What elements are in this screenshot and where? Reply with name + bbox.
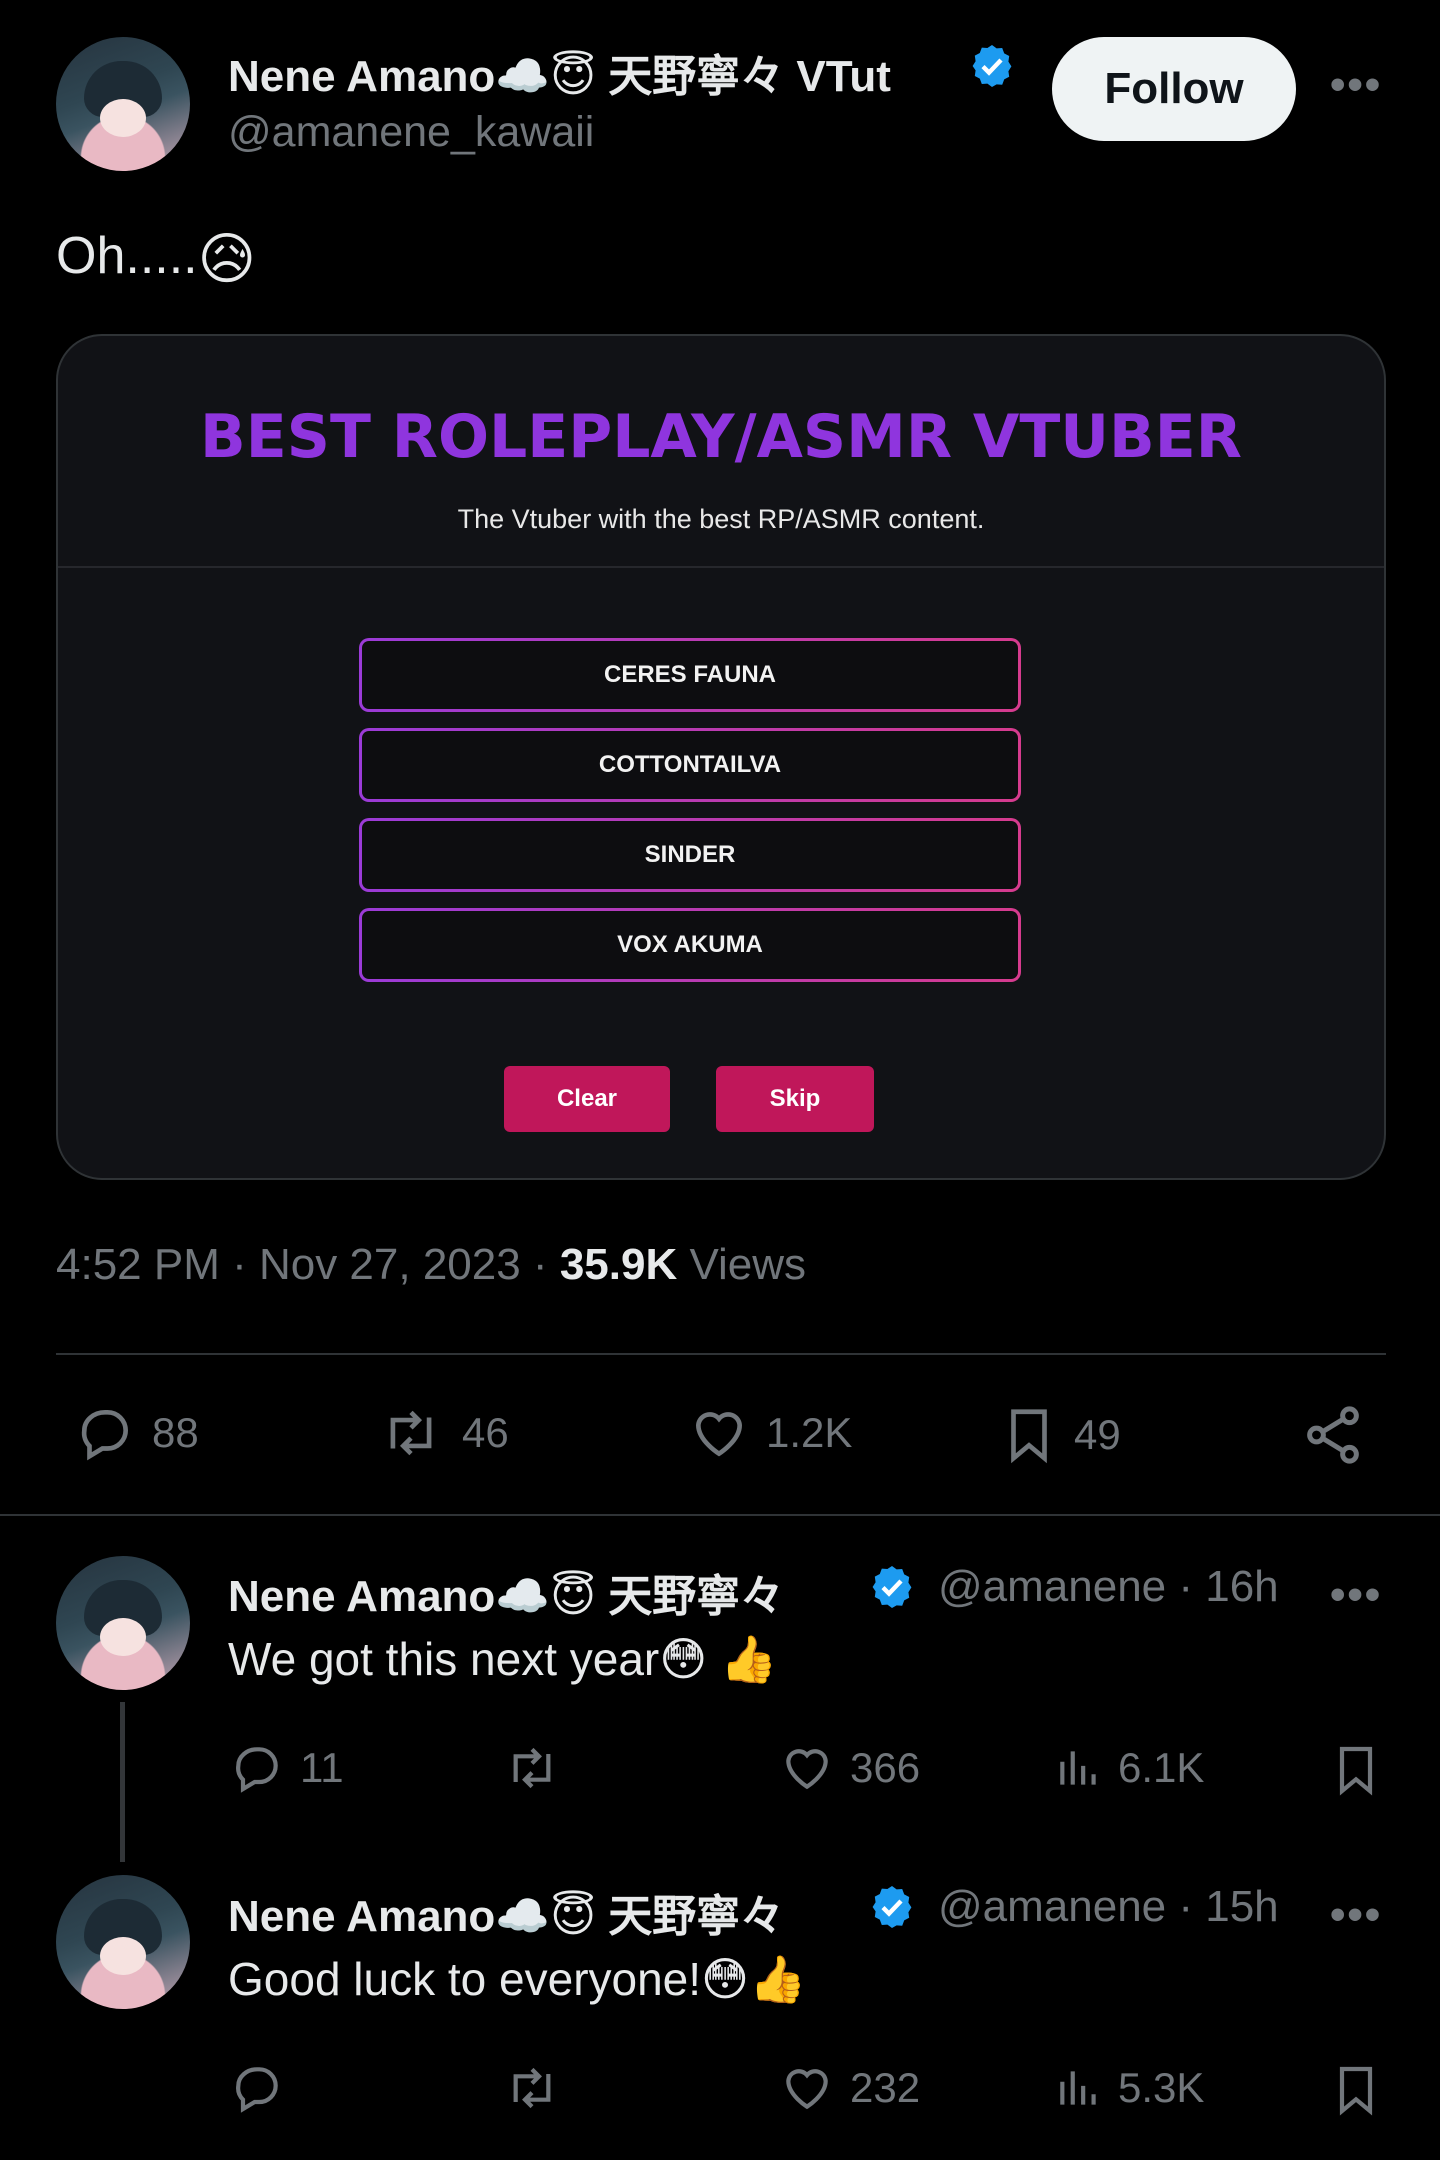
views-count: 5.3K — [1118, 2064, 1205, 2111]
like-button[interactable]: 366 — [778, 1740, 920, 1796]
bookmark-button[interactable] — [1328, 2060, 1384, 2120]
verified-badge-icon — [872, 1566, 912, 1608]
views-button[interactable]: 5.3K — [1054, 2060, 1204, 2116]
views-icon — [1060, 2071, 1096, 2105]
reply-author-name[interactable]: Nene Amano☁️😇 天野寧々 — [228, 1880, 860, 1944]
verified-badge-icon — [872, 1886, 912, 1928]
like-button[interactable]: 1.2K — [686, 1402, 852, 1464]
repost-icon — [513, 1747, 551, 1789]
sad-face-emoji: 😥 — [197, 227, 256, 291]
repost-button[interactable] — [500, 2060, 564, 2116]
reply-handle-time[interactable]: @amanene · 16h — [938, 1562, 1279, 1612]
reply-text: We got this next year😳 👍 — [228, 1633, 778, 1685]
like-button[interactable]: 232 — [778, 2060, 920, 2116]
poll-title: BEST ROLEPLAY/ASMR VTUBER — [200, 402, 1242, 472]
views-count: 6.1K — [1118, 1744, 1205, 1791]
poll-option[interactable]: SINDER — [359, 818, 1021, 892]
poll-subtitle: The Vtuber with the best RP/ASMR content… — [457, 504, 985, 534]
tweet-meta: 4:52 PM · Nov 27, 2023 · 35.9K Views — [56, 1240, 806, 1290]
bookmark-button[interactable]: 49 — [998, 1402, 1121, 1468]
reply-button[interactable]: 88 — [72, 1402, 199, 1464]
reply-author-name-text: Nene Amano☁️😇 天野寧々 — [228, 1572, 785, 1621]
like-icon — [786, 1749, 828, 1790]
bookmark-button[interactable] — [1328, 1740, 1384, 1800]
bookmark-icon — [1339, 2066, 1373, 2116]
reply-text: Good luck to everyone!😳👍 — [228, 1953, 807, 2005]
reply-handle-time[interactable]: @amanene · 15h — [938, 1882, 1279, 1932]
bookmark-icon — [1011, 1409, 1047, 1464]
poll-option[interactable]: CERES FAUNA — [359, 638, 1021, 712]
like-icon — [786, 2069, 828, 2110]
repost-button[interactable]: 46 — [374, 1402, 509, 1464]
repost-icon — [390, 1410, 432, 1456]
bookmark-count: 49 — [1074, 1411, 1121, 1458]
reply-avatar[interactable] — [56, 1556, 190, 1690]
reply-count: 11 — [300, 1744, 344, 1791]
divider — [0, 1514, 1440, 1516]
tweet-timestamp[interactable]: 4:52 PM · Nov 27, 2023 · — [56, 1240, 560, 1289]
reply-icon — [236, 1747, 278, 1793]
more-options-icon[interactable]: ••• — [1330, 1570, 1382, 1620]
tweet-text-content: Oh..... — [56, 227, 198, 285]
reply-avatar[interactable] — [56, 1875, 190, 2009]
repost-count: 46 — [462, 1409, 509, 1456]
more-options-icon[interactable]: ••• — [1330, 1890, 1382, 1940]
share-button[interactable] — [1300, 1402, 1366, 1468]
more-options-icon[interactable]: ••• — [1330, 60, 1382, 110]
author-handle[interactable]: @amanene_kawaii — [228, 108, 594, 157]
clear-button[interactable]: Clear — [504, 1066, 670, 1132]
skip-button[interactable]: Skip — [716, 1066, 874, 1132]
poll-option[interactable]: VOX AKUMA — [359, 908, 1021, 982]
bookmark-icon — [1339, 1746, 1373, 1796]
reply-author-name-text: Nene Amano☁️😇 天野寧々 — [228, 1892, 785, 1941]
views-count: 35.9K — [559, 1240, 678, 1289]
tweet-text: Oh.....😥 — [56, 226, 256, 292]
reply-button[interactable]: 11 — [228, 1740, 344, 1796]
poll-divider — [58, 566, 1384, 568]
like-count: 366 — [850, 1744, 921, 1791]
reply-icon — [236, 2067, 278, 2113]
views-icon — [1060, 1751, 1096, 1785]
repost-icon — [513, 2067, 551, 2109]
thread-connector — [120, 1702, 125, 1862]
follow-button[interactable]: Follow — [1052, 37, 1296, 141]
like-count: 232 — [850, 2064, 921, 2111]
reply-count: 88 — [152, 1409, 199, 1456]
reply-icon — [81, 1410, 128, 1461]
views-button[interactable]: 6.1K — [1054, 1740, 1204, 1796]
reply-button[interactable] — [228, 2060, 286, 2116]
like-icon — [696, 1412, 742, 1457]
author-avatar[interactable] — [56, 37, 190, 171]
share-icon — [1307, 1406, 1359, 1464]
reply-author-name[interactable]: Nene Amano☁️😇 天野寧々 — [228, 1560, 860, 1624]
like-count: 1.2K — [766, 1409, 853, 1456]
poll-option[interactable]: COTTONTAILVA — [359, 728, 1021, 802]
divider — [56, 1353, 1386, 1355]
repost-button[interactable] — [500, 1740, 564, 1796]
verified-badge-icon — [972, 45, 1012, 87]
author-name-text: Nene Amano☁️😇 天野寧々 VTut — [228, 52, 891, 101]
author-name[interactable]: Nene Amano☁️😇 天野寧々 VTut — [228, 40, 956, 104]
poll-image-card[interactable]: BEST ROLEPLAY/ASMR VTUBER The Vtuber wit… — [56, 334, 1386, 1180]
views-label: Views — [677, 1240, 807, 1289]
